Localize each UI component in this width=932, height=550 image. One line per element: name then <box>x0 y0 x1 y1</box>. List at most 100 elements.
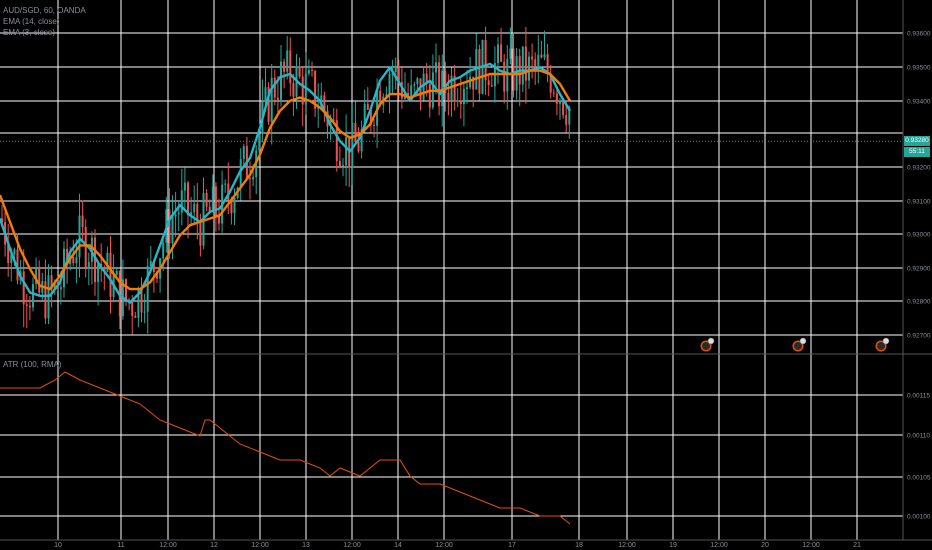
atr-legend: ATR (100, RMA) <box>3 360 62 369</box>
candle-body <box>273 77 276 98</box>
candle-body <box>428 83 431 108</box>
candle-body <box>373 124 375 126</box>
candle-body <box>75 257 78 264</box>
chart-canvas[interactable]: 0.93600 0.93500 0.93400 0.93200 0.93100 0.930… <box>0 0 932 550</box>
candle-body <box>459 100 462 105</box>
symbol-title: AUD/SGD, 60, OANDA <box>3 6 86 15</box>
countdown-badge: 55:11 <box>904 147 930 157</box>
candle-body <box>342 165 344 167</box>
candle-body <box>81 215 84 228</box>
candle-body <box>521 46 524 85</box>
candle-body <box>187 182 189 216</box>
candle-body <box>180 190 183 213</box>
candle-body <box>199 222 202 246</box>
candle-body <box>462 88 465 105</box>
candle-body <box>307 69 310 74</box>
candle-body <box>509 48 512 59</box>
candle-body <box>174 214 177 217</box>
candle-body <box>233 197 236 214</box>
candle-body <box>38 268 41 293</box>
ema-slow-legend: EMA (3, close) <box>3 28 56 37</box>
time-tick-label: 12:00 <box>802 542 820 549</box>
candle-body <box>351 122 354 168</box>
chart-root: 0.93600 0.93500 0.93400 0.93200 0.93100 0.930… <box>0 0 932 550</box>
candle-body <box>224 183 227 185</box>
candle-body <box>410 85 413 97</box>
candle-body <box>540 54 543 58</box>
candle-body <box>301 76 304 105</box>
candle-body <box>394 65 397 73</box>
candle-body <box>84 227 87 270</box>
candle-body <box>258 133 261 151</box>
candle-body <box>311 69 313 71</box>
last-price-badge: 0.93280 <box>904 136 930 146</box>
time-tick-label: 12:00 <box>159 542 177 549</box>
candle-body <box>106 252 109 272</box>
time-tick-label: 13 <box>302 542 310 549</box>
candle-body <box>280 61 282 100</box>
candle-body <box>134 315 137 318</box>
candle-body <box>252 176 255 180</box>
time-tick-label: 14 <box>394 542 402 549</box>
candle-body <box>177 212 180 215</box>
candle-body <box>354 122 357 142</box>
candle-body <box>537 54 540 66</box>
time-tick-label: 17 <box>508 542 516 549</box>
candle-body <box>562 100 565 116</box>
candle-body <box>214 186 217 217</box>
candle-body <box>559 100 561 104</box>
time-tick-label: 10 <box>54 542 62 549</box>
candle-body <box>497 44 499 64</box>
candle-body <box>28 305 31 308</box>
candle-body <box>531 56 534 60</box>
candle-body <box>487 80 490 86</box>
candle-body <box>456 100 459 102</box>
atr-tick-label: 0.00110 <box>907 433 930 440</box>
candle-body <box>264 87 267 102</box>
candle-body <box>143 311 146 313</box>
candle-body <box>242 146 245 160</box>
candle-body <box>357 141 360 152</box>
candle-body <box>211 186 214 212</box>
candle-body <box>555 93 558 104</box>
time-tick-label: 18 <box>575 542 583 549</box>
candle-body <box>528 56 530 81</box>
time-tick-label: 12:00 <box>343 542 361 549</box>
candle-body <box>438 62 441 107</box>
candle-body <box>512 48 515 91</box>
candle-body <box>466 87 468 89</box>
price-tick-label: 0.92700 <box>907 333 931 340</box>
candle-body <box>388 73 391 95</box>
candle-body <box>97 263 100 283</box>
candle-body <box>524 46 527 81</box>
price-tick-label: 0.93100 <box>907 199 931 206</box>
candle-body <box>490 85 493 87</box>
candle-body <box>13 249 16 255</box>
time-tick-label: 12 <box>210 542 218 549</box>
time-tick-label: 11 <box>117 542 124 549</box>
candle-body <box>115 270 118 275</box>
time-tick-label: 12:00 <box>435 542 453 549</box>
candle-body <box>478 48 481 94</box>
candle-body <box>416 78 419 85</box>
candle-body <box>183 182 186 191</box>
candle-body <box>565 115 568 125</box>
candle-body <box>32 283 34 308</box>
candle-body <box>22 271 25 305</box>
candle-body <box>447 92 450 102</box>
event-marker-badge <box>882 337 890 345</box>
time-tick-label: 21 <box>853 542 861 549</box>
price-tick-label: 0.92800 <box>907 299 931 306</box>
candle-body <box>338 161 341 167</box>
candle-body <box>59 287 62 290</box>
candle-body <box>276 97 279 100</box>
event-marker-badge <box>707 337 715 345</box>
candle-body <box>87 261 90 270</box>
candle-body <box>286 50 289 72</box>
candle-body <box>289 50 292 84</box>
candle-body <box>218 216 220 224</box>
event-marker-badge <box>799 337 807 345</box>
candle-body <box>283 61 286 72</box>
candle-body <box>171 216 174 244</box>
candle-body <box>162 242 165 259</box>
